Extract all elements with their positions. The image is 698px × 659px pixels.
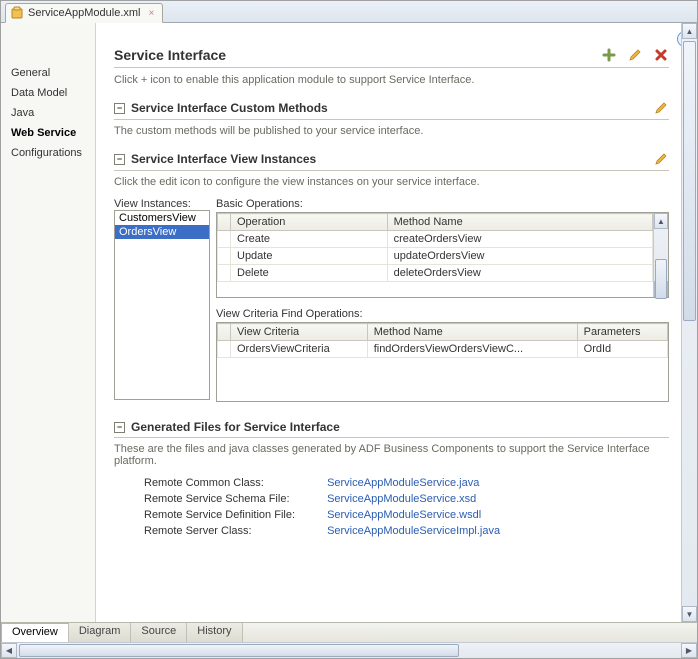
scroll-up-icon[interactable]: ▲ [654,213,668,229]
scroll-up-icon[interactable]: ▲ [682,23,697,39]
col-method[interactable]: Method Name [387,214,652,231]
tab-diagram[interactable]: Diagram [69,623,132,642]
nav-data-model[interactable]: Data Model [1,83,95,103]
divider [114,437,669,438]
page-title: Service Interface [114,47,601,63]
scroll-down-icon[interactable]: ▼ [682,606,697,622]
table-row[interactable]: Create createOrdersView [218,231,668,248]
grid-scrollbar[interactable]: ▲ ▼ [653,213,668,297]
editor-pane: ? Service Interface Click + icon to e [96,23,697,622]
horizontal-scrollbar[interactable]: ◀ ▶ [1,642,697,658]
file-label: Remote Server Class: [144,525,324,537]
tab-history[interactable]: History [187,623,242,642]
basic-ops-label: Basic Operations: [216,198,669,210]
nav-java[interactable]: Java [1,103,95,123]
appmodule-icon [10,6,24,20]
editor-tab-strip: ServiceAppModule.xml × [1,1,697,23]
divider [114,67,669,68]
list-item[interactable]: OrdersView [115,225,209,239]
nav-web-service[interactable]: Web Service [1,123,95,143]
file-label: Remote Common Class: [144,477,324,489]
col-method[interactable]: Method Name [367,324,577,341]
criteria-ops-label: View Criteria Find Operations: [216,308,669,320]
scroll-thumb[interactable] [655,259,667,299]
file-label: Remote Service Definition File: [144,509,324,521]
file-link[interactable]: ServiceAppModuleService.wsdl [327,509,481,521]
view-instances-desc: Click the edit icon to configure the vie… [114,176,669,188]
divider [114,170,669,171]
left-nav: General Data Model Java Web Service Conf… [1,23,96,622]
custom-methods-title: Service Interface Custom Methods [131,101,328,115]
list-item[interactable]: CustomersView [115,211,209,225]
edit-icon[interactable] [653,100,669,116]
view-instances-label: View Instances: [114,198,210,210]
table-row[interactable]: Update updateOrdersView [218,248,668,265]
scroll-thumb[interactable] [19,644,459,657]
view-instances-list[interactable]: CustomersView OrdersView [114,210,210,400]
scroll-right-icon[interactable]: ▶ [681,643,697,658]
add-icon[interactable] [601,47,617,63]
gen-files-desc: These are the files and java classes gen… [114,443,669,467]
col-parameters[interactable]: Parameters [577,324,667,341]
collapse-icon[interactable]: − [114,422,125,433]
page-desc: Click + icon to enable this application … [114,74,669,86]
edit-icon[interactable] [653,151,669,167]
custom-methods-desc: The custom methods will be published to … [114,125,669,137]
file-link[interactable]: ServiceAppModuleService.java [327,477,479,489]
col-operation[interactable]: Operation [231,214,388,231]
col-view-criteria[interactable]: View Criteria [231,324,368,341]
main-scrollbar[interactable]: ▲ ▼ [681,23,697,622]
scroll-left-icon[interactable]: ◀ [1,643,17,658]
bottom-tab-strip: Overview Diagram Source History [1,622,697,642]
table-row[interactable]: OrdersViewCriteria findOrdersViewOrdersV… [218,341,668,358]
file-tab[interactable]: ServiceAppModule.xml × [5,3,163,23]
tab-source[interactable]: Source [131,623,187,642]
divider [114,119,669,120]
collapse-icon[interactable]: − [114,103,125,114]
basic-ops-grid[interactable]: Operation Method Name Create createOrder… [216,212,669,298]
delete-icon[interactable] [653,47,669,63]
view-instances-title: Service Interface View Instances [131,152,316,166]
file-link[interactable]: ServiceAppModuleServiceImpl.java [327,525,500,537]
file-label: Remote Service Schema File: [144,493,324,505]
collapse-icon[interactable]: − [114,154,125,165]
file-tab-label: ServiceAppModule.xml [28,7,141,19]
gen-files-title: Generated Files for Service Interface [131,420,340,434]
file-link[interactable]: ServiceAppModuleService.xsd [327,493,476,505]
criteria-grid[interactable]: View Criteria Method Name Parameters Ord… [216,322,669,402]
tab-overview[interactable]: Overview [1,623,69,642]
scroll-thumb[interactable] [683,41,696,321]
nav-general[interactable]: General [1,63,95,83]
close-icon[interactable]: × [149,8,155,19]
table-row[interactable]: Delete deleteOrdersView [218,265,668,282]
edit-icon[interactable] [627,47,643,63]
nav-configurations[interactable]: Configurations [1,143,95,163]
